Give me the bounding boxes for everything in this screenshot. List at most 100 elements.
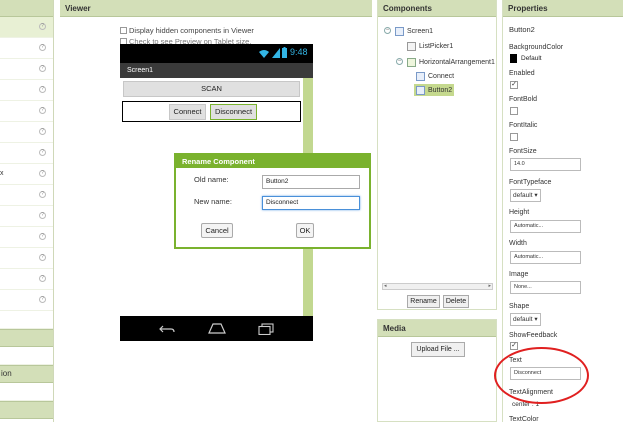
scan-button[interactable]: SCAN (123, 81, 300, 97)
battery-icon (282, 47, 287, 58)
tree-item-connect[interactable]: Connect (416, 70, 454, 82)
enabled-checkbox[interactable]: ✓ (510, 81, 518, 89)
width-input[interactable]: Automatic... (510, 251, 581, 264)
fontitalic-checkbox[interactable] (510, 133, 518, 141)
shape-select[interactable]: default ▾ (510, 313, 541, 326)
media-header: Media (378, 320, 496, 337)
backgroundcolor-picker[interactable]: Default (510, 54, 542, 63)
enabled-label: Enabled (509, 70, 535, 77)
tree-item-screen1[interactable]: Screen1 (395, 25, 433, 37)
palette-item[interactable]: x ? (0, 164, 53, 185)
help-icon[interactable]: ? (39, 23, 46, 30)
palette-spacer (0, 383, 53, 401)
fonttypeface-label: FontTypeface (509, 179, 552, 186)
screen-title-bar: Screen1 (120, 63, 313, 78)
old-name-label: Old name: (194, 175, 229, 184)
status-bar: 9:48 (120, 44, 313, 63)
nav-bar (120, 316, 313, 341)
dropdown-arrow-icon: ▾ (534, 192, 538, 199)
help-icon[interactable]: ? (39, 44, 46, 51)
ok-button[interactable]: OK (296, 223, 314, 238)
help-icon[interactable]: ? (39, 107, 46, 114)
width-label: Width (509, 240, 527, 247)
cancel-button[interactable]: Cancel (201, 223, 233, 238)
palette-group[interactable] (0, 401, 53, 419)
status-time: 9:48 (290, 47, 308, 57)
help-icon[interactable]: ? (39, 254, 46, 261)
back-icon[interactable] (159, 324, 175, 334)
horizontal-arrangement[interactable]: Connect Disconnect (122, 101, 301, 122)
collapse-icon[interactable]: − (396, 58, 403, 65)
help-icon[interactable]: ? (39, 170, 46, 177)
button-icon (416, 85, 425, 95)
showfeedback-checkbox[interactable]: ✓ (510, 342, 518, 350)
help-icon[interactable]: ? (39, 296, 46, 303)
tree-item-button2[interactable]: Button2 (414, 84, 455, 96)
rename-button[interactable]: Rename (407, 295, 440, 308)
palette-item[interactable]: ? (0, 17, 53, 38)
tree-item-label: HorizontalArrangement1 (419, 58, 495, 66)
palette-item[interactable]: ? (0, 248, 53, 269)
collapse-icon[interactable]: − (384, 27, 391, 34)
fonttypeface-select[interactable]: default ▾ (510, 189, 541, 202)
palette-item[interactable]: ? (0, 143, 53, 164)
new-name-field[interactable]: Disconnect (262, 196, 360, 210)
palette-item[interactable]: ? (0, 59, 53, 80)
help-icon[interactable]: ? (39, 65, 46, 72)
palette-panel: ? ? ? ? ? ? ? x ? ? ? ? ? ? ? ion (0, 0, 54, 422)
palette-item[interactable]: ? (0, 290, 53, 311)
tree-item-label: Connect (428, 72, 455, 80)
fonttypeface-value: default (513, 192, 533, 199)
palette-item[interactable]: ? (0, 101, 53, 122)
recent-apps-icon[interactable] (258, 323, 274, 335)
selected-component-name: Button2 (509, 25, 535, 34)
image-input[interactable]: None... (510, 281, 581, 294)
old-name-field[interactable]: Button2 (262, 175, 360, 189)
palette-item[interactable]: ? (0, 80, 53, 101)
scroll-left-icon[interactable]: ◂ (384, 284, 387, 289)
palette-group[interactable]: ion (0, 365, 53, 383)
delete-button[interactable]: Delete (443, 295, 469, 308)
shape-label: Shape (509, 303, 530, 310)
components-header: Components (378, 0, 496, 17)
help-icon[interactable]: ? (39, 212, 46, 219)
wifi-icon (259, 50, 269, 58)
help-icon[interactable]: ? (39, 149, 46, 156)
palette-item[interactable]: ? (0, 185, 53, 206)
components-hscrollbar[interactable]: ◂ ▸ (382, 283, 493, 290)
display-hidden-checkbox[interactable] (120, 27, 127, 34)
palette-spacer (0, 347, 53, 365)
upload-file-button[interactable]: Upload File ... (411, 342, 465, 357)
home-icon[interactable] (208, 323, 226, 334)
palette-item[interactable]: ? (0, 38, 53, 59)
display-hidden-checkbox-row[interactable]: Display hidden components in Viewer (120, 26, 254, 35)
connect-button[interactable]: Connect (169, 104, 206, 120)
highlight-annotation (494, 347, 589, 404)
help-icon[interactable]: ? (39, 191, 46, 198)
fontitalic-label: FontItalic (509, 122, 538, 129)
palette-header (0, 0, 53, 17)
palette-item[interactable]: ? (0, 269, 53, 290)
image-label: Image (509, 271, 529, 278)
help-icon[interactable]: ? (39, 233, 46, 240)
help-icon[interactable]: ? (39, 275, 46, 282)
fontbold-checkbox[interactable] (510, 107, 518, 115)
palette-group[interactable] (0, 329, 53, 347)
palette-item[interactable]: ? (0, 122, 53, 143)
tree-item-listpicker1[interactable]: ListPicker1 (407, 40, 453, 52)
help-icon[interactable]: ? (39, 128, 46, 135)
palette-spacer (0, 311, 53, 329)
height-input[interactable]: Automatic... (510, 220, 581, 233)
listpicker-icon (407, 41, 416, 51)
scroll-right-icon[interactable]: ▸ (488, 284, 491, 289)
rename-dialog: Rename Component Old name: Button2 New n… (174, 153, 371, 249)
showfeedback-label: ShowFeedback (509, 332, 558, 339)
tree-item-label: Button2 (428, 86, 453, 94)
help-icon[interactable]: ? (39, 86, 46, 93)
media-panel: Media Upload File ... (377, 319, 497, 422)
disconnect-button[interactable]: Disconnect (210, 104, 257, 120)
palette-item[interactable]: ? (0, 227, 53, 248)
tree-item-horizontalarrangement1[interactable]: HorizontalArrangement1 (407, 56, 495, 68)
palette-item[interactable]: ? (0, 206, 53, 227)
fontsize-input[interactable]: 14.0 (510, 158, 581, 171)
